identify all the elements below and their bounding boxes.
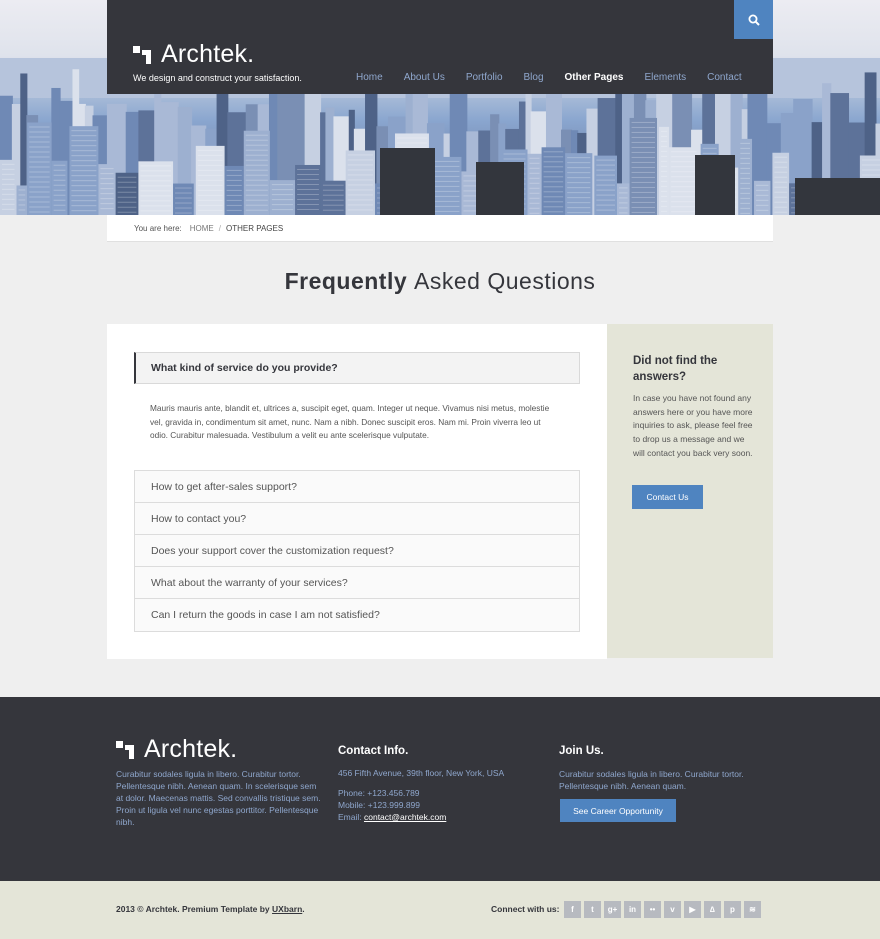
faq-question[interactable]: How to contact you? [135,503,579,535]
page-title-light: Asked Questions [414,268,596,294]
logo-text: Archtek. [161,40,255,68]
copyright: 2013 © Archtek. Premium Template by UXba… [116,904,305,914]
bottom-bar: 2013 © Archtek. Premium Template by UXba… [0,881,880,939]
faq-question-open[interactable]: What kind of service do you provide? [134,352,580,384]
page-title-bold: Frequently [284,268,408,294]
nav-other-pages[interactable]: Other Pages [565,72,624,83]
footer-email-label: Email: [338,812,364,822]
facebook-icon[interactable]: f [564,901,581,918]
footer: Archtek. Curabitur sodales ligula in lib… [0,697,880,881]
twitter-icon[interactable]: t [584,901,601,918]
footer-email-row: Email: contact@archtek.com [338,811,446,823]
faq-question[interactable]: What about the warranty of your services… [135,567,579,599]
vimeo-icon[interactable]: v [664,901,681,918]
search-button[interactable] [734,0,773,39]
breadcrumb-home[interactable]: HOME [190,224,214,233]
tagline: We design and construct your satisfactio… [133,73,302,83]
hero-banner: Archtek. We design and construct your sa… [0,0,880,215]
breadcrumb-label: You are here: [134,223,182,233]
logo[interactable]: Archtek. [133,40,254,69]
tumblr-icon[interactable]: ∆ [704,901,721,918]
faq-answer: Mauris mauris ante, blandit et, ultrices… [150,403,550,440]
contact-us-button[interactable]: Contact Us [632,485,703,509]
logo-mark-icon [133,45,151,64]
breadcrumb-current: OTHER PAGES [225,223,284,233]
site-header: Archtek. We design and construct your sa… [107,0,773,94]
nav-blog[interactable]: Blog [524,72,544,83]
page-title: Frequently Asked Questions [0,268,880,295]
copyright-period: . [302,904,305,914]
linkedin-icon[interactable]: in [624,901,641,918]
nav-about-us[interactable]: About Us [404,72,445,83]
faq-list: How to get after-sales support? How to c… [134,470,580,632]
footer-address: 456 Fifth Avenue, 39th floor, New York, … [338,768,505,778]
connect-label: Connect with us: [491,904,560,914]
faq-panel: What kind of service do you provide? Mau… [107,324,607,659]
footer-email-link[interactable]: contact@archtek.com [364,812,446,822]
nav-contact[interactable]: Contact [707,72,741,83]
career-button[interactable]: See Career Opportunity [560,799,676,822]
copyright-text: 2013 © Archtek. Premium Template by [116,904,273,914]
footer-contact-title: Contact Info. [338,745,409,757]
faq-question[interactable]: Can I return the goods in case I am not … [135,599,579,631]
author-link[interactable]: UXbarn [272,904,302,914]
youtube-icon[interactable]: ▶ [684,901,701,918]
footer-mobile: Mobile: +123.999.899 [338,800,420,810]
footer-join-title: Join Us. [559,745,604,757]
main-nav: Home About Us Portfolio Blog Other Pages… [356,72,763,83]
footer-phones: Phone: +123.456.789 Mobile: +123.999.899… [338,787,446,823]
google-plus-icon[interactable]: g+ [604,901,621,918]
sidebar-title: Did not find the answers? [633,355,718,383]
footer-logo-text: Archtek. [144,735,238,763]
footer-join-text: Curabitur sodales ligula in libero. Cura… [559,769,744,791]
footer-phone: Phone: +123.456.789 [338,788,420,798]
social-links: f t g+ in •• v ▶ ∆ p ≋ [564,901,761,918]
pinterest-icon[interactable]: p [724,901,741,918]
nav-elements[interactable]: Elements [644,72,686,83]
breadcrumb-separator: / [218,223,221,233]
rss-icon[interactable]: ≋ [744,901,761,918]
sidebar-text: In case you have not found any answers h… [633,393,753,458]
breadcrumb: You are here: HOME / OTHER PAGES [107,215,773,242]
nav-home[interactable]: Home [356,72,383,83]
help-sidebar: Did not find the answers? In case you ha… [607,324,773,658]
flickr-icon[interactable]: •• [644,901,661,918]
footer-about: Curabitur sodales ligula in libero. Cura… [116,769,321,827]
faq-question[interactable]: How to get after-sales support? [135,471,579,503]
nav-portfolio[interactable]: Portfolio [466,72,503,83]
logo-mark-icon [116,740,134,759]
search-icon [748,14,760,26]
faq-question[interactable]: Does your support cover the customizatio… [135,535,579,567]
footer-logo[interactable]: Archtek. [116,735,237,764]
